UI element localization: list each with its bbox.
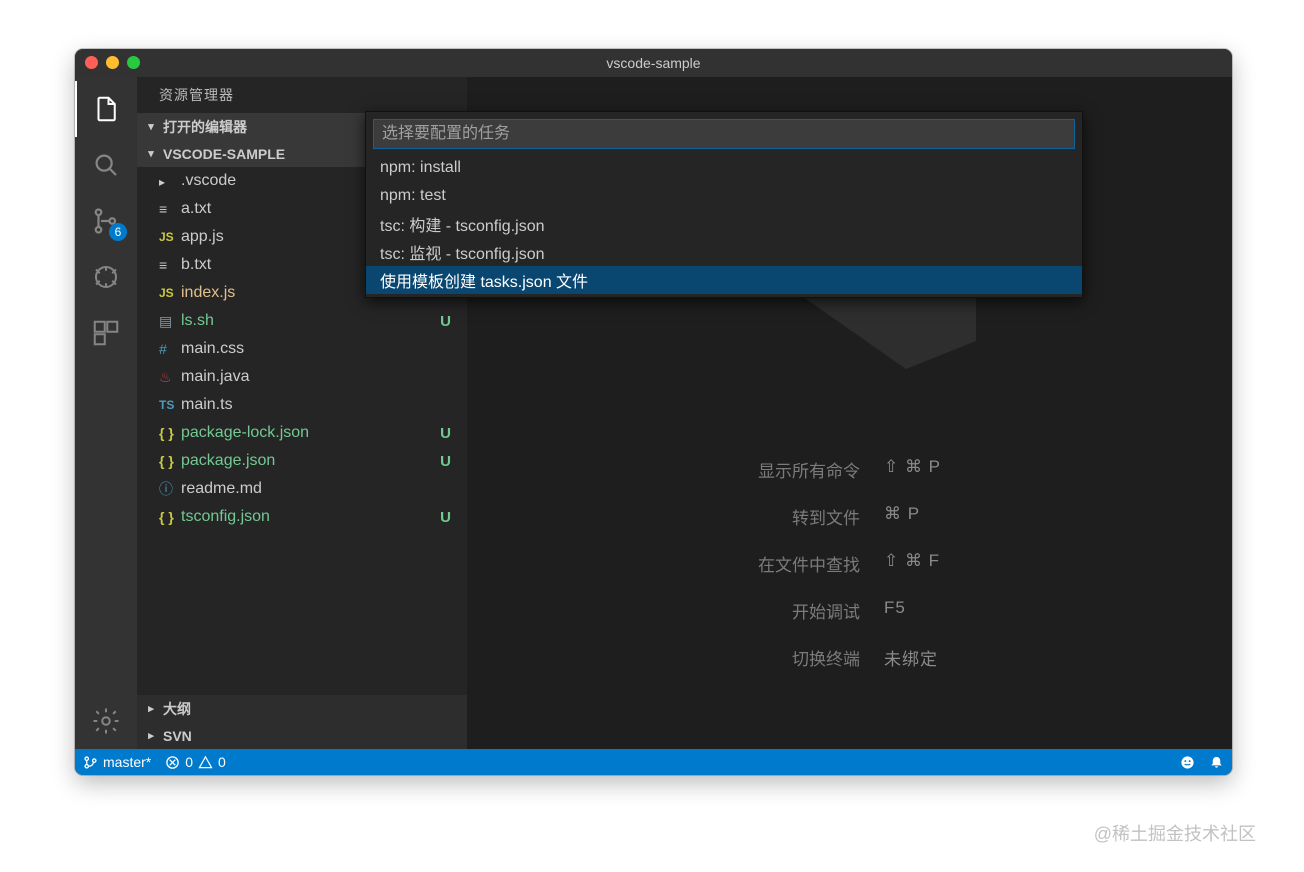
error-icon — [165, 755, 180, 770]
activity-explorer[interactable] — [75, 81, 137, 137]
java-icon: ♨ — [159, 369, 181, 386]
shortcut-label: 显示所有命令 — [758, 457, 860, 482]
shortcut-keys: F5 — [884, 598, 941, 623]
warning-icon — [198, 755, 213, 770]
git-status-badge: U — [440, 313, 451, 330]
sh-icon: ▤ — [159, 313, 181, 330]
maximize-icon[interactable] — [127, 56, 140, 69]
css-icon: # — [159, 341, 181, 357]
file-item[interactable]: ▤ls.shU — [137, 307, 467, 335]
activity-debug[interactable] — [75, 249, 137, 305]
minimize-icon[interactable] — [106, 56, 119, 69]
window-title: vscode-sample — [75, 55, 1232, 71]
file-item[interactable]: { }tsconfig.jsonU — [137, 503, 467, 531]
js-icon: JS — [159, 286, 181, 300]
quickpick-input[interactable] — [373, 119, 1075, 149]
status-problems[interactable]: 0 0 — [165, 754, 226, 770]
shortcut-label: 开始调试 — [758, 598, 860, 623]
gear-icon — [91, 706, 121, 736]
status-branch[interactable]: master* — [83, 754, 151, 770]
footer-credit: @稀土掘金技术社区 — [1094, 820, 1256, 846]
shortcut-keys: ⇧ ⌘ P — [884, 457, 941, 482]
file-label: readme.md — [181, 480, 451, 498]
shortcut-keys: 未绑定 — [884, 645, 941, 670]
statusbar: master* 0 0 — [75, 749, 1232, 775]
txt-icon: ≡ — [159, 201, 181, 217]
git-status-badge: U — [440, 509, 451, 526]
activity-extensions[interactable] — [75, 305, 137, 361]
file-item[interactable]: { }package.jsonU — [137, 447, 467, 475]
debug-icon — [91, 262, 121, 292]
bell-icon — [1209, 755, 1224, 770]
shortcut-keys: ⌘ P — [884, 504, 941, 529]
file-label: package.json — [181, 452, 440, 470]
json-icon: { } — [159, 509, 181, 525]
file-item[interactable]: ♨main.java — [137, 363, 467, 391]
quickpick-item[interactable]: tsc: 监视 - tsconfig.json — [366, 238, 1082, 266]
file-label: ls.sh — [181, 312, 440, 330]
search-icon — [91, 150, 121, 180]
files-icon — [91, 94, 121, 124]
file-item[interactable]: ⓘreadme.md — [137, 475, 467, 503]
quickpick-item[interactable]: npm: test — [366, 182, 1082, 210]
branch-icon — [83, 755, 98, 770]
md-icon: ⓘ — [159, 479, 181, 499]
git-status-badge: U — [440, 425, 451, 442]
quick-pick: npm: installnpm: testtsc: 构建 - tsconfig.… — [365, 111, 1083, 298]
js-icon: JS — [159, 230, 181, 244]
welcome-shortcuts: 显示所有命令 ⇧ ⌘ P 转到文件 ⌘ P 在文件中查找 ⇧ ⌘ F 开始调试 F5 切换终端未… — [758, 457, 941, 670]
quickpick-item[interactable]: 使用模板创建 tasks.json 文件 — [366, 266, 1082, 294]
activity-search[interactable] — [75, 137, 137, 193]
shortcut-label: 在文件中查找 — [758, 551, 860, 576]
quickpick-item[interactable]: npm: install — [366, 154, 1082, 182]
status-bell[interactable] — [1209, 755, 1224, 770]
file-label: package-lock.json — [181, 424, 440, 442]
ts-icon: TS — [159, 398, 181, 412]
status-feedback[interactable] — [1180, 755, 1195, 770]
smile-icon — [1180, 755, 1195, 770]
file-item[interactable]: { }package-lock.jsonU — [137, 419, 467, 447]
folder-icon — [159, 173, 181, 189]
activity-settings[interactable] — [75, 693, 137, 749]
shortcut-label: 转到文件 — [758, 504, 860, 529]
shortcut-label: 切换终端 — [758, 645, 860, 670]
extensions-icon — [91, 318, 121, 348]
txt-icon: ≡ — [159, 257, 181, 273]
section-outline[interactable]: ▸大纲 — [137, 695, 467, 722]
titlebar: vscode-sample — [75, 49, 1232, 77]
git-status-badge: U — [440, 453, 451, 470]
file-label: main.css — [181, 340, 451, 358]
close-icon[interactable] — [85, 56, 98, 69]
file-item[interactable]: TSmain.ts — [137, 391, 467, 419]
activitybar: 6 — [75, 77, 137, 749]
shortcut-keys: ⇧ ⌘ F — [884, 551, 941, 576]
quickpick-item[interactable]: tsc: 构建 - tsconfig.json — [366, 210, 1082, 238]
file-label: main.ts — [181, 396, 451, 414]
file-item[interactable]: #main.css — [137, 335, 467, 363]
quickpick-list: npm: installnpm: testtsc: 构建 - tsconfig.… — [366, 154, 1082, 297]
sidebar-title: 资源管理器 — [137, 77, 467, 113]
json-icon: { } — [159, 425, 181, 441]
scm-badge: 6 — [109, 223, 127, 241]
json-icon: { } — [159, 453, 181, 469]
file-label: tsconfig.json — [181, 508, 440, 526]
vscode-window: vscode-sample 6 资 — [75, 49, 1232, 775]
file-label: main.java — [181, 368, 451, 386]
activity-scm[interactable]: 6 — [75, 193, 137, 249]
section-svn[interactable]: ▸SVN — [137, 722, 467, 749]
